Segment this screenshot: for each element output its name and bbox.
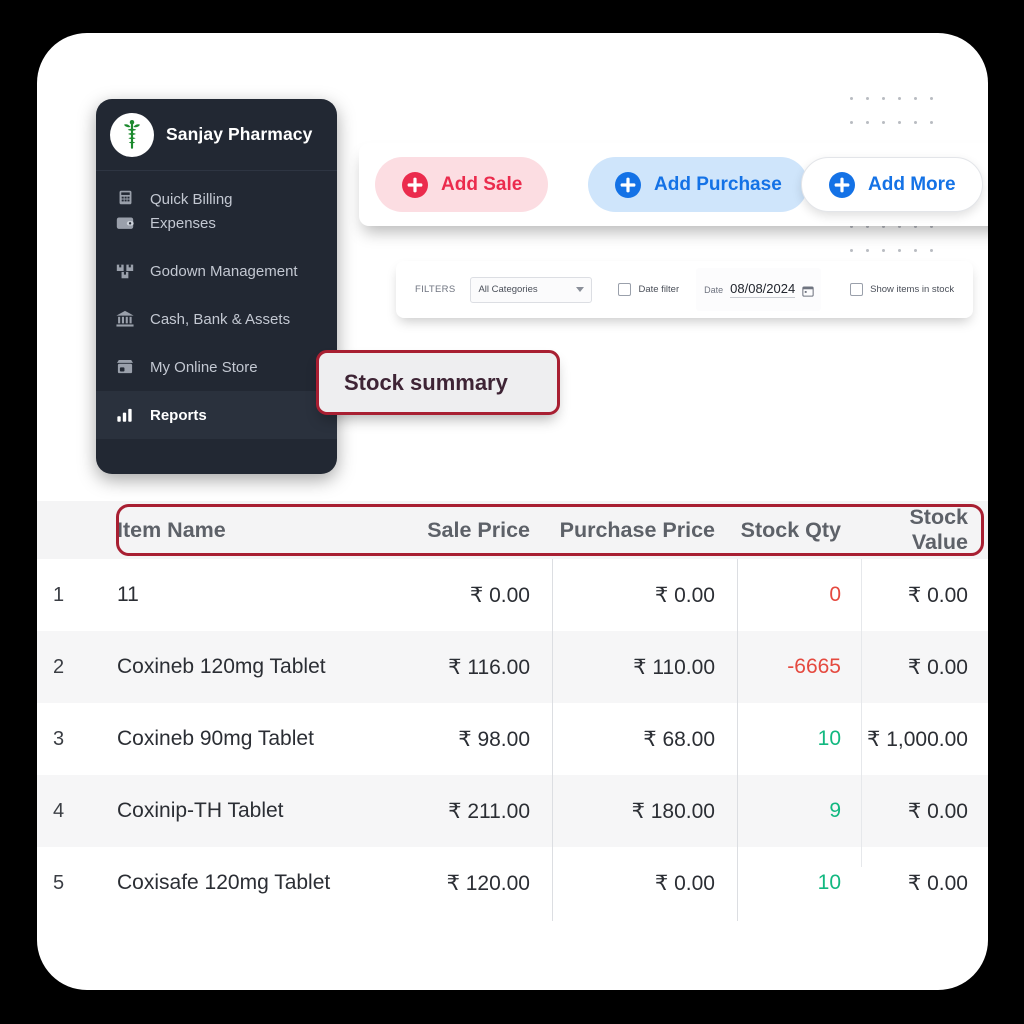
cell-stock-value: ₹ 0.00 [907,583,968,607]
action-bar: Add Sale Add Purchase Add More [359,143,988,226]
cell-stock-qty: 9 [829,799,841,822]
sidebar-item-quick-billing[interactable]: Quick Billing [96,171,337,208]
cell-stock-value: ₹ 0.00 [907,655,968,679]
sidebar-item-cash-bank-assets[interactable]: Cash, Bank & Assets [96,295,337,343]
cell-purchase-price: ₹ 110.00 [633,655,715,679]
row-index: 4 [52,799,65,822]
cell-purchase-price: ₹ 0.00 [654,583,715,607]
cell-stock-qty: -6665 [787,655,841,678]
brand-name: Sanjay Pharmacy [166,124,313,144]
cell-stock-qty: 10 [817,727,841,750]
cell-item-name: Coxisafe 120mg Tablet [117,871,331,894]
show-in-stock-checkbox[interactable] [850,283,864,296]
add-purchase-button[interactable]: Add Purchase [588,157,808,212]
chevron-down-icon [576,287,585,292]
table-row[interactable]: 5 Coxisafe 120mg Tablet ₹ 120.00 ₹ 0.00 … [37,847,988,919]
category-select-value: All Categories [478,284,538,295]
table-row[interactable]: 4 Coxinip-TH Tablet ₹ 211.00 ₹ 180.00 9 … [37,775,988,847]
add-sale-label: Add Sale [441,173,523,195]
cell-stock-value: ₹ 0.00 [907,871,968,895]
boxes-icon [114,260,136,282]
column-header-sale-price[interactable]: Sale Price [416,518,552,543]
row-index: 5 [52,871,65,894]
sidebar-item-label: Godown Management [150,262,298,280]
sidebar-item-label: Reports [150,406,207,424]
date-field[interactable]: Date 08/08/2024 [696,268,822,311]
stock-summary-label: Stock summary [344,369,508,395]
cell-stock-qty: 0 [829,583,841,606]
date-filter-checkbox[interactable] [618,283,632,296]
table-row[interactable]: 3 Coxineb 90mg Tablet ₹ 98.00 ₹ 68.00 10… [37,703,988,775]
sidebar-item-godown-management[interactable]: Godown Management [96,247,337,295]
sidebar-item-label: Expenses [150,214,216,232]
column-divider [552,559,553,921]
date-prefix-label: Date [704,284,724,295]
calendar-icon[interactable] [802,284,814,297]
sidebar-item-label: Quick Billing [150,191,233,208]
date-filter-group[interactable]: Date filter [618,283,679,296]
plus-circle-icon [828,171,856,199]
cell-stock-value: ₹ 0.00 [907,799,968,823]
row-index: 3 [52,727,65,750]
add-purchase-label: Add Purchase [654,173,782,195]
calculator-icon [114,186,136,208]
sidebar-item-reports[interactable]: Reports [96,391,337,439]
plus-circle-icon [401,171,429,199]
filters-label: FILTERS [415,284,456,295]
cell-purchase-price: ₹ 68.00 [643,727,715,751]
sidebar-item-label: Cash, Bank & Assets [150,310,291,328]
table-body: 1 11 ₹ 0.00 ₹ 0.00 0 ₹ 0.00 2 Coxineb 12… [37,559,988,919]
column-header-stock-value[interactable]: Stock Value [861,505,988,555]
caduceus-icon [110,112,154,157]
add-more-label: Add More [868,173,956,195]
bank-icon [114,308,136,330]
category-select[interactable]: All Categories [470,276,593,303]
show-in-stock-label: Show items in stock [870,284,955,295]
brand-header: Sanjay Pharmacy [96,99,337,171]
column-header-item-name[interactable]: Item Name [80,518,416,543]
add-more-button[interactable]: Add More [801,157,983,212]
sidebar-item-my-online-store[interactable]: My Online Store [96,343,337,391]
cell-sale-price: ₹ 0.00 [469,583,530,607]
store-icon [114,356,136,378]
row-index: 1 [52,583,65,606]
sidebar: Sanjay Pharmacy Quick Billing Expenses G… [96,99,337,474]
cell-stock-value: ₹ 1,000.00 [867,727,968,751]
cell-sale-price: ₹ 120.00 [446,871,530,895]
app-card: Sanjay Pharmacy Quick Billing Expenses G… [37,33,988,990]
cell-item-name: Coxineb 120mg Tablet [117,655,326,678]
cell-item-name: Coxinip-TH Tablet [117,799,284,822]
bar-chart-icon [114,404,136,426]
date-filter-label: Date filter [638,284,680,295]
wallet-icon [114,212,136,234]
plus-circle-icon [614,171,642,199]
cell-item-name: Coxineb 90mg Tablet [117,727,314,750]
table-header-row: Item Name Sale Price Purchase Price Stoc… [37,501,988,559]
column-divider [861,559,862,867]
show-in-stock-group[interactable]: Show items in stock [850,283,954,296]
column-divider [737,559,738,921]
row-index: 2 [52,655,65,678]
sidebar-item-label: My Online Store [150,358,258,376]
filters-bar: FILTERS All Categories Date filter Date … [396,261,973,318]
date-value[interactable]: 08/08/2024 [730,281,796,298]
stock-summary-table: Item Name Sale Price Purchase Price Stoc… [37,501,988,921]
cell-purchase-price: ₹ 0.00 [654,871,715,895]
cell-stock-qty: 10 [817,871,841,894]
column-header-stock-qty[interactable]: Stock Qty [737,518,861,543]
cell-sale-price: ₹ 211.00 [448,799,530,823]
column-header-purchase-price[interactable]: Purchase Price [552,518,737,543]
add-sale-button[interactable]: Add Sale [375,157,549,212]
cell-item-name: 11 [117,583,139,606]
stock-summary-badge[interactable]: Stock summary [316,350,560,415]
cell-purchase-price: ₹ 180.00 [631,799,715,823]
cell-sale-price: ₹ 98.00 [458,727,530,751]
cell-sale-price: ₹ 116.00 [448,655,530,679]
table-row[interactable]: 1 11 ₹ 0.00 ₹ 0.00 0 ₹ 0.00 [37,559,988,631]
table-row[interactable]: 2 Coxineb 120mg Tablet ₹ 116.00 ₹ 110.00… [37,631,988,703]
